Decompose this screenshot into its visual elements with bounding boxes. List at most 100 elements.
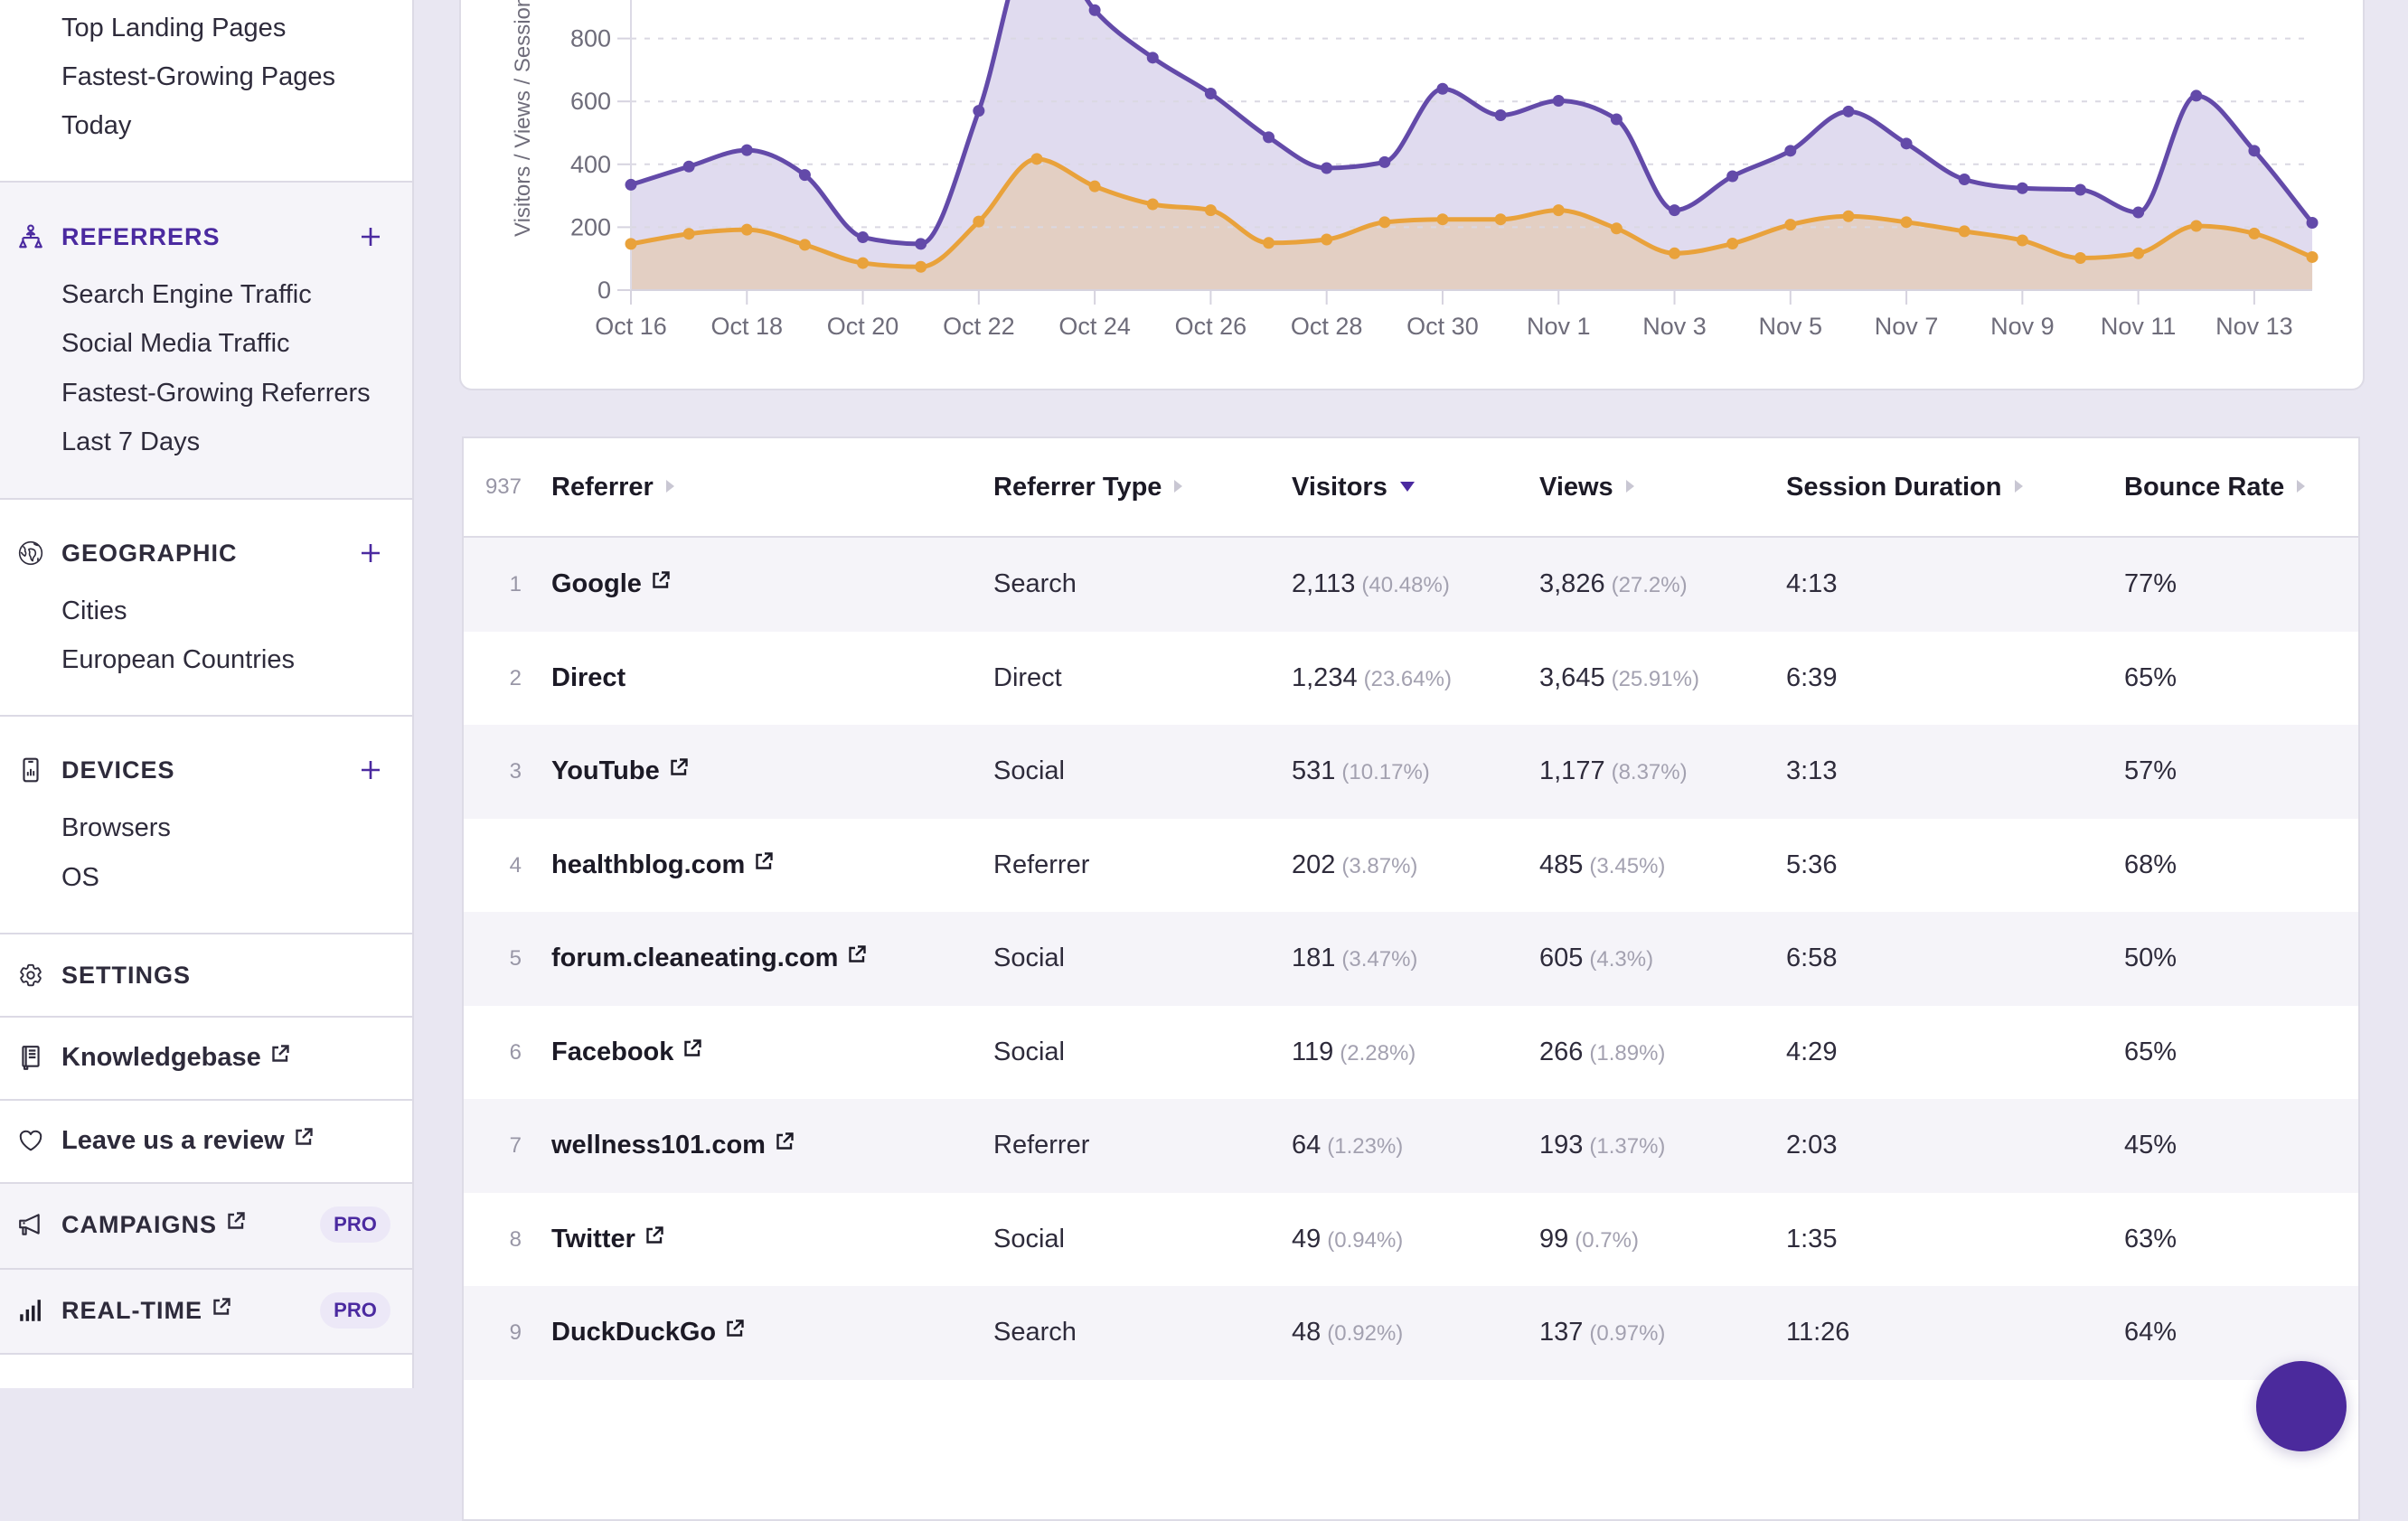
- table-row[interactable]: 5 forum.cleaneating.com Social 181 (3.47%) 60…: [464, 912, 2358, 1006]
- views-value: 3,826 (27.2%): [1539, 538, 1688, 633]
- referrer-link[interactable]: Facebook: [551, 1006, 702, 1100]
- sidebar-item-search-engine-traffic[interactable]: Search Engine Traffic: [61, 277, 312, 313]
- referrer-link[interactable]: Direct: [551, 632, 626, 726]
- views-percent: (0.7%): [1575, 1227, 1639, 1253]
- column-header-views[interactable]: Views: [1539, 438, 1634, 536]
- sidebar-item-european-countries[interactable]: European Countries: [61, 642, 295, 678]
- views-count: 605: [1539, 944, 1584, 972]
- x-tick-label: Nov 7: [1875, 313, 1939, 340]
- sidebar-item-browsers[interactable]: Browsers: [61, 810, 171, 846]
- visitors-value: 64 (1.23%): [1292, 1099, 1403, 1194]
- session-duration: 5:36: [1786, 850, 1838, 879]
- data-point-views: [798, 169, 811, 182]
- column-header-referrer[interactable]: Referrer: [551, 438, 674, 536]
- visitors-count: 119: [1292, 1037, 1334, 1066]
- knowledgebase-label-wrap: Knowledgebase: [61, 1037, 290, 1077]
- referrer-name: Facebook: [551, 1037, 674, 1066]
- visitors-count: 2,113: [1292, 569, 1356, 598]
- referrer-link[interactable]: Google: [551, 538, 671, 632]
- table-row[interactable]: 7 wellness101.com Referrer 64 (1.23%) 193 (1.3…: [464, 1099, 2358, 1193]
- leave-review-label: Leave us a review: [61, 1126, 285, 1155]
- column-header-bounce-rate[interactable]: Bounce Rate: [2124, 438, 2306, 536]
- sidebar-item-today[interactable]: Today: [61, 108, 131, 144]
- referrer-link[interactable]: DuckDuckGo: [551, 1286, 745, 1380]
- geographic-section-header[interactable]: GEOGRAPHIC: [0, 533, 410, 573]
- referrer-link[interactable]: Twitter: [551, 1193, 664, 1287]
- bounce-rate: 45%: [2124, 1131, 2178, 1160]
- external-link-icon[interactable]: [847, 944, 867, 964]
- column-header-referrer-type[interactable]: Referrer Type: [993, 438, 1183, 536]
- referrer-type: Social: [993, 756, 1065, 785]
- table-row[interactable]: 4 healthblog.com Referrer 202 (3.87%) 485 (3.4…: [464, 818, 2358, 914]
- sidebar-item-top-landing-pages[interactable]: Top Landing Pages: [61, 10, 286, 46]
- column-label: Referrer Type: [993, 473, 1162, 502]
- table-row[interactable]: 3 YouTube Social 531 (10.17%) 1,177 (8.37%) 3:1…: [464, 725, 2358, 819]
- globe-icon: [17, 540, 44, 567]
- bounce-rate: 63%: [2124, 1224, 2178, 1253]
- external-link-icon[interactable]: [682, 1038, 702, 1058]
- referrer-link[interactable]: forum.cleaneating.com: [551, 912, 867, 1006]
- settings-link[interactable]: SETTINGS: [0, 934, 412, 1018]
- data-point-views: [2016, 182, 2028, 194]
- table-row[interactable]: 8 Twitter Social 49 (0.94%) 99 (0.7%) 1:35 63%: [464, 1192, 2358, 1287]
- data-point-visitors: [1494, 213, 1507, 226]
- views-value: 193 (1.37%): [1539, 1099, 1665, 1194]
- referrers-section-header[interactable]: REFERRERS: [0, 217, 410, 257]
- sidebar-item-os[interactable]: OS: [61, 859, 99, 896]
- data-point-visitors: [1900, 216, 1913, 229]
- referrer-name: YouTube: [551, 756, 660, 785]
- book-icon: [17, 1044, 44, 1071]
- add-referrers-report-button[interactable]: [360, 226, 381, 248]
- column-header-visitors[interactable]: Visitors: [1292, 438, 1415, 536]
- views-value: 605 (4.3%): [1539, 912, 1653, 1007]
- sidebar: Top Landing Pages Fastest-Growing Pages …: [0, 0, 414, 1388]
- sidebar-item-fastest-growing-referrers[interactable]: Fastest-Growing Referrers: [61, 375, 371, 411]
- x-tick-label: Nov 1: [1527, 313, 1591, 340]
- external-link-icon[interactable]: [669, 757, 689, 777]
- data-point-visitors: [1784, 219, 1797, 231]
- data-point-views: [740, 144, 753, 156]
- external-link-icon[interactable]: [644, 1225, 664, 1245]
- data-point-views: [2132, 206, 2145, 219]
- geographic-section: GEOGRAPHIC Cities European Countries: [0, 500, 412, 717]
- campaigns-link[interactable]: CAMPAIGNS PRO: [0, 1184, 412, 1270]
- data-point-views: [1669, 204, 1681, 217]
- sidebar-item-last-7-days[interactable]: Last 7 Days: [61, 424, 200, 460]
- leave-review-link[interactable]: Leave us a review: [0, 1101, 412, 1184]
- table-row[interactable]: 1 Google Search 2,113 (40.48%) 3,826 (27.2%) 4:…: [464, 538, 2358, 632]
- sidebar-item-social-media-traffic[interactable]: Social Media Traffic: [61, 325, 290, 361]
- table-row[interactable]: 6 Facebook Social 119 (2.28%) 266 (1.89%) 4:29 6…: [464, 1005, 2358, 1100]
- y-tick-label: 0: [597, 277, 611, 304]
- session-duration: 1:35: [1786, 1224, 1838, 1253]
- column-header-session-duration[interactable]: Session Duration: [1786, 438, 2023, 536]
- views-percent: (3.45%): [1589, 853, 1666, 878]
- external-link-icon[interactable]: [754, 851, 774, 871]
- referrer-link[interactable]: healthblog.com: [551, 819, 774, 913]
- external-link-icon[interactable]: [651, 570, 671, 590]
- session-duration: 4:13: [1786, 569, 1838, 598]
- referrer-link[interactable]: wellness101.com: [551, 1099, 795, 1193]
- referrer-type: Social: [993, 1224, 1065, 1253]
- data-point-visitors: [1610, 222, 1623, 235]
- table-row[interactable]: 9 DuckDuckGo Search 48 (0.92%) 137 (0.97%) 11:2…: [464, 1286, 2358, 1380]
- devices-section-header[interactable]: DEVICES: [0, 750, 410, 790]
- sidebar-item-cities[interactable]: Cities: [61, 593, 127, 629]
- knowledgebase-link[interactable]: Knowledgebase: [0, 1018, 412, 1101]
- external-link-icon[interactable]: [725, 1319, 745, 1338]
- referrers-table: 937 Referrer Referrer Type Visitors View…: [462, 437, 2360, 1521]
- external-link-icon[interactable]: [775, 1131, 795, 1151]
- data-point-views: [1726, 170, 1739, 183]
- views-count: 3,645: [1539, 662, 1605, 692]
- referrer-link[interactable]: YouTube: [551, 725, 689, 819]
- row-rank: 8: [509, 1226, 522, 1252]
- referrer-name: Google: [551, 569, 642, 598]
- add-geographic-report-button[interactable]: [360, 542, 381, 564]
- views-count: 137: [1539, 1318, 1584, 1347]
- sidebar-item-fastest-growing-pages[interactable]: Fastest-Growing Pages: [61, 59, 335, 95]
- realtime-link[interactable]: REAL-TIME PRO: [0, 1270, 412, 1355]
- add-devices-report-button[interactable]: [360, 759, 381, 781]
- help-chat-button[interactable]: [2256, 1361, 2347, 1451]
- data-point-visitors: [1321, 233, 1333, 246]
- table-row[interactable]: 2 Direct Direct 1,234 (23.64%) 3,645 (25.91%) 6…: [464, 631, 2358, 726]
- views-value: 485 (3.45%): [1539, 819, 1665, 914]
